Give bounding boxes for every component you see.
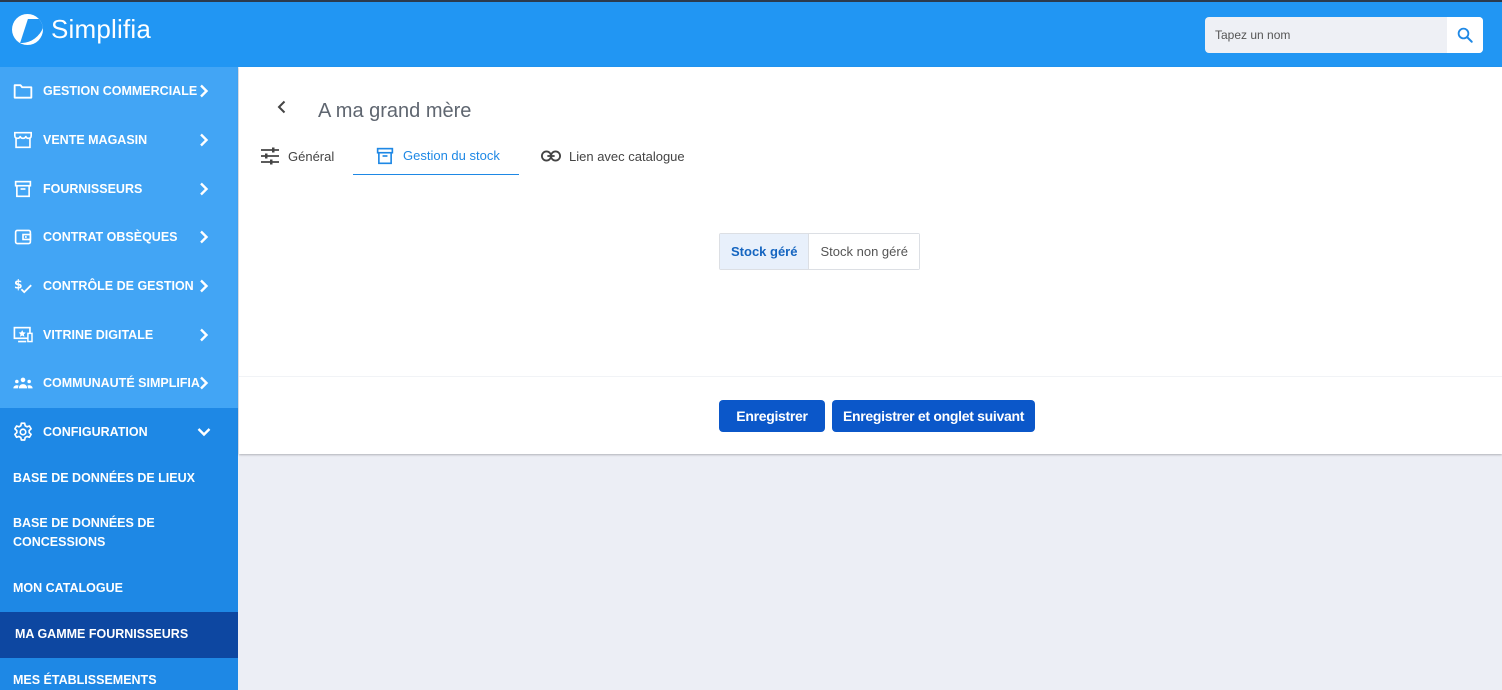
sidebar-subitem-label: BASE DE DONNÉES DE LIEUX [13, 470, 195, 485]
chevron-right-icon [197, 376, 211, 390]
sidebar-subitem-label: BASE DE DONNÉES DE CONCESSIONS [13, 515, 155, 549]
search-button[interactable] [1447, 17, 1483, 53]
link-icon [541, 146, 561, 166]
folder-icon [13, 81, 33, 101]
tab-gestion-du-stock[interactable]: Gestion du stock [353, 137, 519, 175]
chevron-right-icon [197, 279, 211, 293]
sidebar-subitem-mon-catalogue[interactable]: MON CATALOGUE [0, 566, 238, 612]
sidebar-subitem-base-concessions[interactable]: BASE DE DONNÉES DE CONCESSIONS [0, 500, 238, 566]
sidebar-item-label: VENTE MAGASIN [43, 133, 148, 148]
sidebar-item-label: GESTION COMMERCIALE [43, 84, 198, 99]
page-title: A ma grand mère [318, 100, 472, 122]
wallet-icon [13, 227, 33, 247]
gear-icon [13, 422, 33, 442]
sidebar-item-label: VITRINE DIGITALE [43, 327, 154, 342]
sidebar-item-label: CONFIGURATION [43, 425, 148, 440]
tab-lien-avec-catalogue[interactable]: Lien avec catalogue [519, 137, 685, 175]
save-and-next-tab-button[interactable]: Enregistrer et onglet suivant [832, 400, 1035, 432]
svg-text:$: $ [14, 278, 23, 292]
chevron-right-icon [197, 182, 211, 196]
chevron-down-icon [197, 425, 211, 439]
chevron-right-icon [197, 328, 211, 342]
sidebar-item-configuration[interactable]: CONFIGURATION [0, 407, 238, 457]
sidebar-subitem-label: MA GAMME FOURNISSEURS [15, 627, 189, 641]
sidebar-item-contrat-obseques[interactable]: CONTRAT OBSÈQUES [0, 213, 238, 262]
configuration-submenu: BASE DE DONNÉES DE LIEUX BASE DE DONNÉES… [0, 456, 238, 690]
top-bar: Simplifia [0, 0, 1502, 67]
sidebar-item-label: COMMUNAUTÉ SIMPLIFIA [43, 376, 200, 391]
tab-label: Gestion du stock [403, 148, 500, 163]
sidebar-subitem-label: MES ÉTABLISSEMENTS [13, 673, 157, 687]
sidebar-item-communaute-simplifia[interactable]: COMMUNAUTÉ SIMPLIFIA [0, 359, 238, 408]
sidebar-subitem-ma-gamme-fournisseurs[interactable]: MA GAMME FOURNISSEURS [0, 611, 238, 658]
save-button[interactable]: Enregistrer [719, 400, 825, 432]
tab-label: Général [288, 148, 335, 164]
sidebar-item-label: CONTRAT OBSÈQUES [43, 230, 178, 245]
search-icon [1457, 27, 1473, 43]
sidebar-item-label: FOURNISSEURS [43, 181, 143, 196]
people-group-icon [13, 373, 33, 393]
sidebar: GESTION COMMERCIALE VENTE MAGASIN FOURNI… [0, 67, 238, 690]
sidebar-subitem-mes-etablissements[interactable]: MES ÉTABLISSEMENTS [0, 658, 238, 690]
storefront-icon [13, 130, 33, 150]
sidebar-subitem-label: MON CATALOGUE [13, 581, 123, 595]
tab-bar: Général Gestion du stock Lien avec catal… [260, 137, 685, 175]
stock-gere-option[interactable]: Stock géré [720, 234, 810, 269]
chevron-right-icon [197, 133, 211, 147]
chevron-left-icon [277, 100, 286, 114]
sidebar-item-gestion-commerciale[interactable]: GESTION COMMERCIALE [0, 67, 238, 116]
sliders-icon [260, 146, 280, 166]
sidebar-item-vente-magasin[interactable]: VENTE MAGASIN [0, 116, 238, 165]
tab-label: Lien avec catalogue [569, 148, 685, 164]
sidebar-subitem-base-lieux[interactable]: BASE DE DONNÉES DE LIEUX [0, 457, 238, 500]
tab-general[interactable]: Général [260, 137, 353, 175]
back-button[interactable] [275, 100, 289, 114]
footer-divider [239, 376, 1502, 377]
app-logo[interactable]: Simplifia [12, 14, 151, 45]
stock-toggle: Stock géré Stock non géré [719, 233, 920, 270]
archive-box-icon [13, 179, 33, 199]
main-panel: A ma grand mère Général Gestion du stock… [239, 67, 1502, 454]
simplifia-logo-icon [12, 14, 43, 45]
sidebar-item-vitrine-digitale[interactable]: VITRINE DIGITALE [0, 310, 238, 359]
app-name: Simplifia [51, 14, 152, 44]
chevron-right-icon [197, 230, 211, 244]
stock-non-gere-option[interactable]: Stock non géré [809, 234, 919, 269]
chevron-right-icon [197, 84, 211, 98]
sidebar-item-controle-de-gestion[interactable]: $ CONTRÔLE DE GESTION [0, 262, 238, 311]
archive-box-icon [375, 146, 395, 166]
search-input[interactable] [1205, 17, 1445, 53]
monitor-star-icon [13, 325, 33, 345]
dollar-check-icon: $ [13, 276, 33, 296]
sidebar-item-label: CONTRÔLE DE GESTION [43, 279, 194, 294]
sidebar-item-fournisseurs[interactable]: FOURNISSEURS [0, 164, 238, 213]
search-box [1205, 17, 1483, 53]
